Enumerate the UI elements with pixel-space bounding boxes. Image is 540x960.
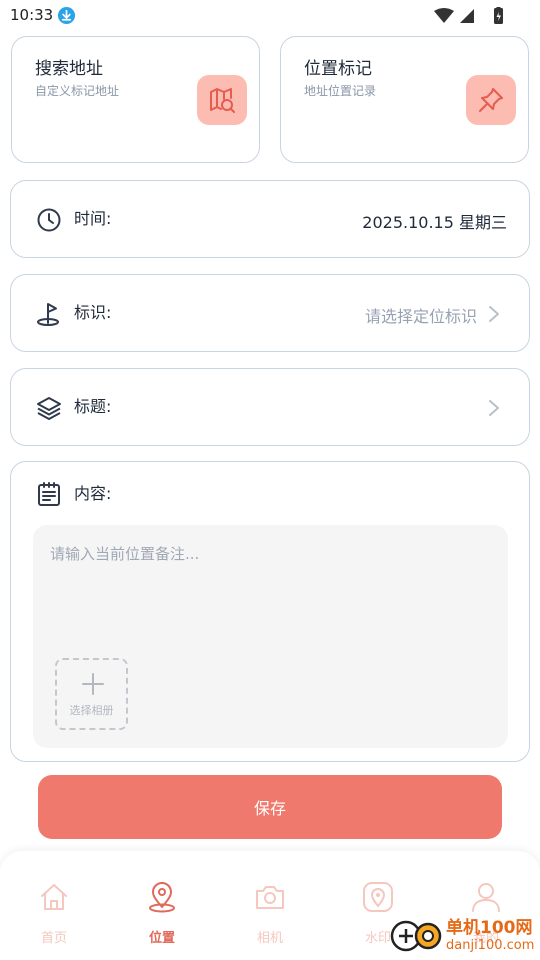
chevron-right-icon bbox=[489, 400, 499, 416]
title-label: 标题: bbox=[74, 397, 112, 416]
location-mark-title: 位置标记 bbox=[304, 59, 372, 79]
tag-value: 请选择定位标识 bbox=[364, 307, 477, 326]
time-label: 时间: bbox=[74, 209, 112, 228]
system-status-icons bbox=[434, 7, 503, 24]
content-placeholder: 请输入当前位置备注... bbox=[50, 545, 200, 563]
user-icon bbox=[472, 883, 500, 912]
watermark-url: danji100.com bbox=[446, 938, 535, 953]
time-value: 2025.10.15 星期三 bbox=[362, 213, 507, 232]
nav-location-label: 位置 bbox=[148, 931, 175, 946]
nav-camera-label: 相机 bbox=[256, 931, 283, 946]
status-bar: 10:33 bbox=[0, 0, 540, 32]
location-mark-card[interactable]: 位置标记 地址位置记录 bbox=[280, 36, 529, 163]
search-address-title: 搜索地址 bbox=[35, 59, 103, 79]
site-watermark: 单机100网 danji100.com bbox=[390, 911, 540, 960]
title-row[interactable]: 标题: bbox=[10, 368, 530, 446]
save-button[interactable]: 保存 bbox=[38, 775, 502, 839]
plus-icon bbox=[82, 673, 104, 695]
home-icon bbox=[41, 884, 67, 910]
tag-row[interactable]: 标识: 请选择定位标识 bbox=[10, 274, 530, 352]
search-address-subtitle: 自定义标记地址 bbox=[35, 84, 120, 98]
select-album-button[interactable]: 选择相册 bbox=[55, 658, 128, 730]
watermark-logo-icon bbox=[390, 920, 442, 952]
content-card: 内容: 请输入当前位置备注... 选择相册 bbox=[10, 461, 530, 762]
select-album-label: 选择相册 bbox=[69, 704, 114, 717]
location-mark-subtitle: 地址位置记录 bbox=[304, 84, 377, 98]
map-search-icon bbox=[197, 75, 247, 125]
nav-home[interactable]: 首页 bbox=[0, 879, 108, 949]
tag-label: 标识: bbox=[74, 303, 112, 322]
watermark-title: 单机100网 bbox=[446, 918, 533, 938]
status-time: 10:33 bbox=[10, 6, 54, 24]
nav-location[interactable]: 位置 bbox=[108, 879, 216, 949]
content-label: 内容: bbox=[74, 484, 112, 503]
watermark-pin-icon bbox=[363, 882, 393, 912]
nav-camera[interactable]: 相机 bbox=[216, 879, 324, 949]
chevron-right-icon bbox=[489, 306, 499, 322]
time-row[interactable]: 时间: 2025.10.15 星期三 bbox=[10, 180, 530, 258]
location-icon bbox=[149, 882, 175, 913]
download-icon bbox=[57, 6, 76, 25]
nav-home-label: 首页 bbox=[40, 931, 67, 946]
clock-icon bbox=[37, 208, 61, 232]
flag-marker-icon bbox=[37, 303, 59, 326]
layers-icon bbox=[37, 397, 61, 420]
notepad-icon bbox=[38, 482, 60, 506]
pin-icon bbox=[466, 75, 516, 125]
camera-icon bbox=[256, 886, 284, 909]
content-input[interactable]: 请输入当前位置备注... 选择相册 bbox=[33, 525, 508, 748]
search-address-card[interactable]: 搜索地址 自定义标记地址 bbox=[11, 36, 260, 163]
